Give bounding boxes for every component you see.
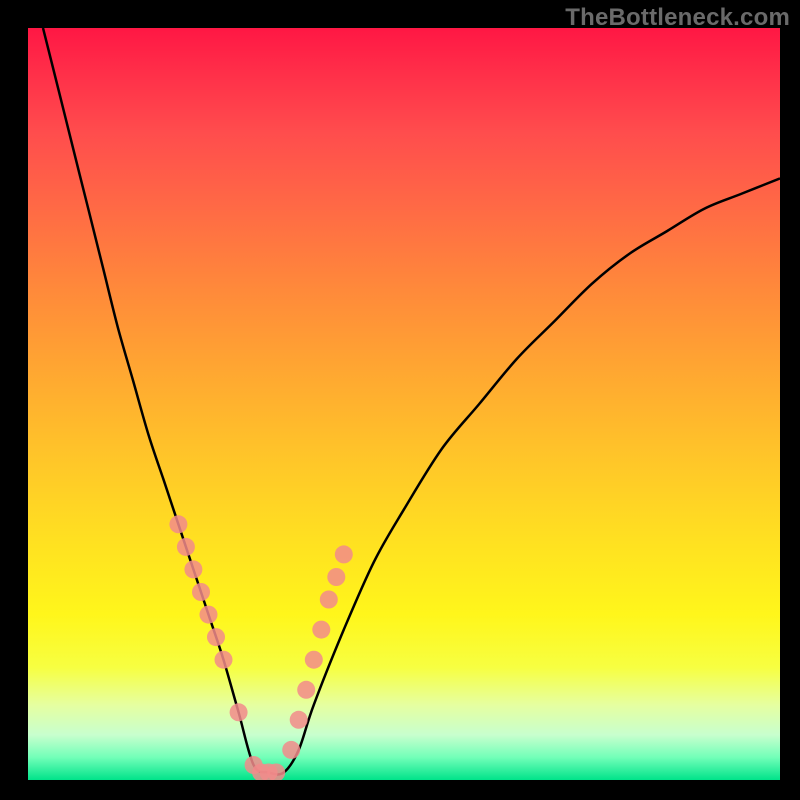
bottleneck-curve	[43, 28, 780, 774]
data-marker	[282, 741, 300, 759]
data-marker	[169, 515, 187, 533]
data-marker	[320, 591, 338, 609]
data-marker	[192, 583, 210, 601]
data-markers	[169, 515, 352, 780]
chart-svg	[28, 28, 780, 780]
data-marker	[290, 711, 308, 729]
plot-area	[28, 28, 780, 780]
data-marker	[312, 621, 330, 639]
data-marker	[177, 538, 195, 556]
data-marker	[335, 545, 353, 563]
data-marker	[327, 568, 345, 586]
data-marker	[215, 651, 233, 669]
data-marker	[230, 703, 248, 721]
data-marker	[305, 651, 323, 669]
data-marker	[207, 628, 225, 646]
data-marker	[297, 681, 315, 699]
chart-frame	[28, 28, 780, 780]
data-marker	[184, 560, 202, 578]
data-marker	[200, 606, 218, 624]
